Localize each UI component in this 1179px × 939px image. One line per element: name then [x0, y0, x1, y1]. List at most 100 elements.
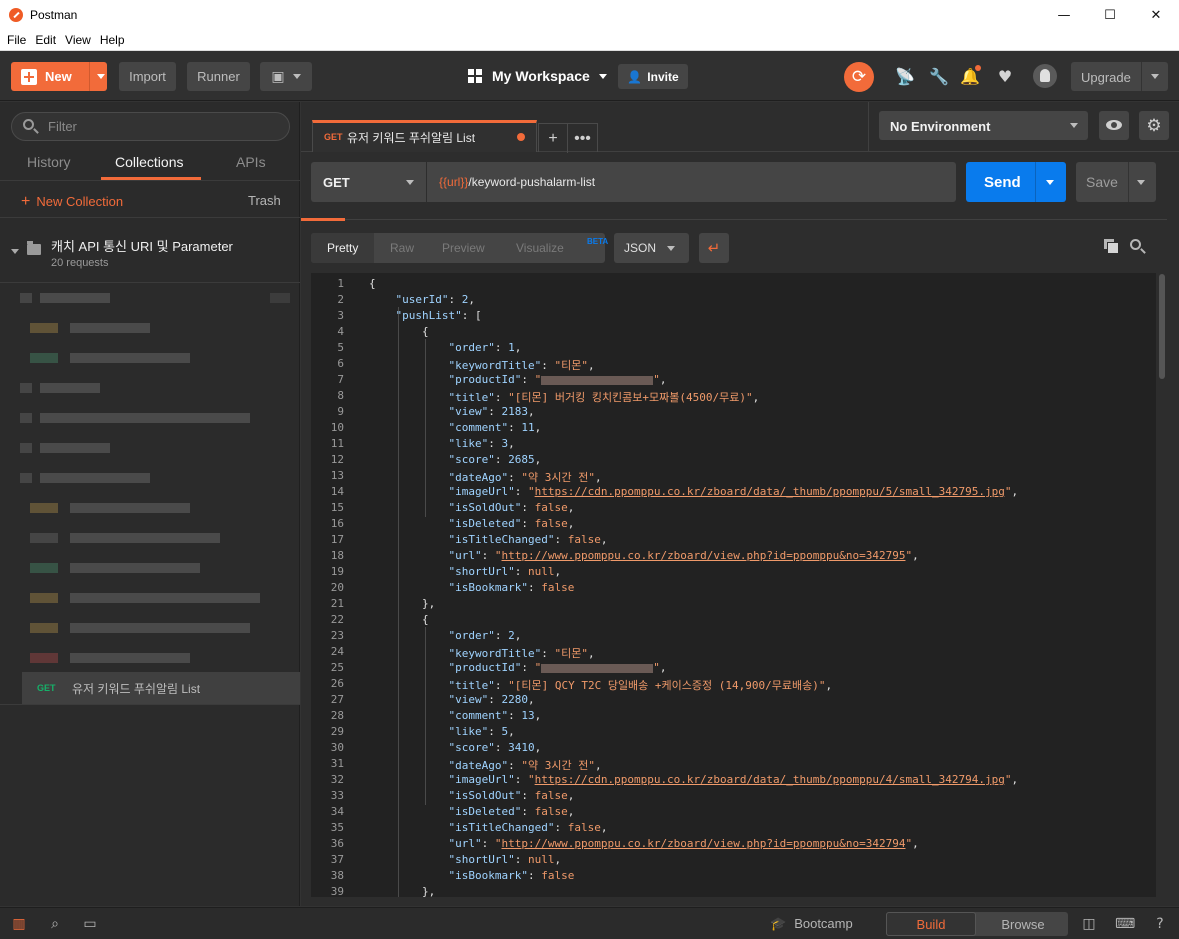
request-tab[interactable]: GET 유저 키워드 푸쉬알림 List — [312, 120, 537, 152]
new-collection-button[interactable]: + New Collection — [21, 193, 123, 211]
tab-visualize[interactable]: Visualize — [516, 241, 564, 255]
two-pane-icon[interactable]: ◫ — [1080, 916, 1098, 932]
collapse-caret-icon[interactable] — [11, 249, 19, 254]
code-line: "isSoldOut": false, — [448, 789, 575, 802]
keyboard-icon[interactable]: ⌨ — [1115, 916, 1135, 932]
close-button[interactable]: ✕ — [1133, 0, 1179, 30]
new-button[interactable]: New — [11, 62, 107, 91]
code-line: { — [422, 613, 429, 626]
upgrade-caret-icon[interactable] — [1151, 74, 1159, 79]
send-button[interactable]: Send — [966, 162, 1066, 202]
vertical-scrollbar[interactable] — [1157, 273, 1167, 897]
method-select[interactable]: GET — [311, 162, 426, 202]
list-item[interactable] — [0, 464, 300, 492]
list-item[interactable] — [0, 644, 300, 672]
line-number: 16 — [330, 517, 344, 530]
line-number: 36 — [330, 837, 344, 850]
main-panel: GET 유저 키워드 푸쉬알림 List + ••• No Environmen… — [301, 102, 1179, 906]
tab-apis[interactable]: APIs — [236, 154, 266, 170]
runner-button[interactable]: Runner — [187, 62, 250, 91]
heart-icon[interactable]: ♥ — [994, 66, 1016, 88]
url-input[interactable]: {{url}}/keyword-pushalarm-list — [427, 162, 956, 202]
code-line: "comment": 11, — [448, 421, 542, 434]
minimize-button[interactable]: — — [1041, 0, 1087, 30]
tab-raw[interactable]: Raw — [390, 241, 414, 255]
send-label: Send — [984, 174, 1021, 191]
line-number: 21 — [330, 597, 344, 610]
list-item[interactable] — [0, 314, 300, 342]
line-number: 8 — [337, 389, 344, 402]
send-caret-icon[interactable] — [1046, 180, 1054, 185]
line-number: 34 — [330, 805, 344, 818]
list-item[interactable] — [0, 614, 300, 642]
line-number: 22 — [330, 613, 344, 626]
code-line: "isTitleChanged": false, — [448, 821, 608, 834]
list-item[interactable] — [0, 344, 300, 372]
wrap-lines-icon[interactable]: ↵ — [699, 233, 729, 263]
list-item[interactable] — [0, 404, 300, 432]
plus-icon: + — [21, 193, 31, 210]
list-item[interactable] — [0, 434, 300, 462]
line-number: 1 — [337, 277, 344, 290]
save-caret-icon[interactable] — [1137, 180, 1145, 185]
tab-history[interactable]: History — [27, 154, 71, 170]
line-number: 3 — [337, 309, 344, 322]
save-button[interactable]: Save — [1076, 162, 1156, 202]
wrench-icon[interactable]: 🔧 — [928, 66, 950, 88]
list-item[interactable] — [0, 284, 300, 312]
sidebar-toggle-icon[interactable]: ▥ — [10, 916, 28, 932]
avatar-icon[interactable] — [1033, 64, 1057, 88]
list-item[interactable] — [0, 524, 300, 552]
menu-help[interactable]: Help — [100, 33, 125, 47]
add-tab-button[interactable]: + — [539, 124, 569, 153]
more-tabs-button[interactable]: ••• — [568, 124, 597, 153]
line-number: 2 — [337, 293, 344, 306]
response-section-indicator — [301, 218, 345, 221]
filter-field[interactable] — [11, 112, 290, 141]
build-button[interactable]: Build — [886, 912, 976, 936]
collection-item[interactable]: 캐치 API 통신 URI 및 Parameter 20 requests — [0, 222, 300, 282]
sync-icon[interactable]: ⟳ — [844, 62, 874, 92]
upgrade-button[interactable]: Upgrade — [1071, 62, 1168, 91]
code-line: "dateAgo": "약 3시간 전", — [448, 759, 602, 772]
code-line: "view": 2280, — [448, 693, 535, 706]
tab-preview[interactable]: Preview — [442, 241, 485, 255]
tab-collections[interactable]: Collections — [115, 154, 183, 170]
list-item[interactable] — [0, 584, 300, 612]
menu-edit[interactable]: Edit — [35, 33, 56, 47]
menu-file[interactable]: File — [7, 33, 26, 47]
format-caret-icon — [667, 246, 675, 251]
find-icon[interactable]: ⌕ — [46, 916, 64, 932]
maximize-button[interactable]: ☐ — [1087, 0, 1133, 30]
workspace-selector[interactable]: My Workspace — [468, 68, 607, 84]
browse-button[interactable]: Browse — [978, 912, 1068, 936]
console-icon[interactable]: ▭ — [81, 916, 99, 932]
new-dropdown-caret-icon[interactable] — [97, 74, 105, 79]
search-icon[interactable] — [1130, 239, 1141, 250]
import-button[interactable]: Import — [119, 62, 176, 91]
list-item[interactable] — [0, 554, 300, 582]
list-item[interactable] — [0, 374, 300, 402]
format-select[interactable]: JSON — [614, 233, 689, 263]
environment-select[interactable]: No Environment — [879, 111, 1088, 140]
menu-view[interactable]: View — [65, 33, 91, 47]
eye-icon[interactable] — [1099, 111, 1129, 140]
new-window-button[interactable]: ▣ — [260, 62, 312, 91]
method-caret-icon — [406, 180, 414, 185]
bootcamp-button[interactable]: 🎓 Bootcamp — [770, 916, 853, 932]
line-number: 39 — [330, 885, 344, 897]
response-body[interactable]: 1 2 3 4 5 6 7 8 9 10 11 12 13 14 15 16 17 18 19 20 21 22 23 24 2… — [311, 273, 1156, 897]
copy-icon[interactable] — [1104, 239, 1119, 254]
line-gutter: 1 2 3 4 5 6 7 8 9 10 11 12 13 14 15 16 17 18 19 20 21 22 23 24 2… — [311, 273, 359, 897]
unsaved-dot[interactable] — [517, 133, 525, 141]
menu-bar: File Edit View Help — [0, 30, 1179, 51]
gear-icon[interactable]: ⚙ — [1139, 111, 1169, 140]
satellite-icon[interactable]: 📡 — [894, 66, 916, 88]
tab-pretty[interactable]: Pretty — [327, 241, 358, 255]
sidebar-item-active-request[interactable]: GET 유저 키워드 푸쉬알림 List — [22, 672, 300, 704]
filter-input[interactable] — [48, 119, 268, 134]
invite-button[interactable]: 👤 Invite — [618, 64, 688, 89]
list-item[interactable] — [0, 494, 300, 522]
trash-button[interactable]: Trash — [248, 193, 281, 208]
help-icon[interactable]: ? — [1151, 916, 1169, 932]
